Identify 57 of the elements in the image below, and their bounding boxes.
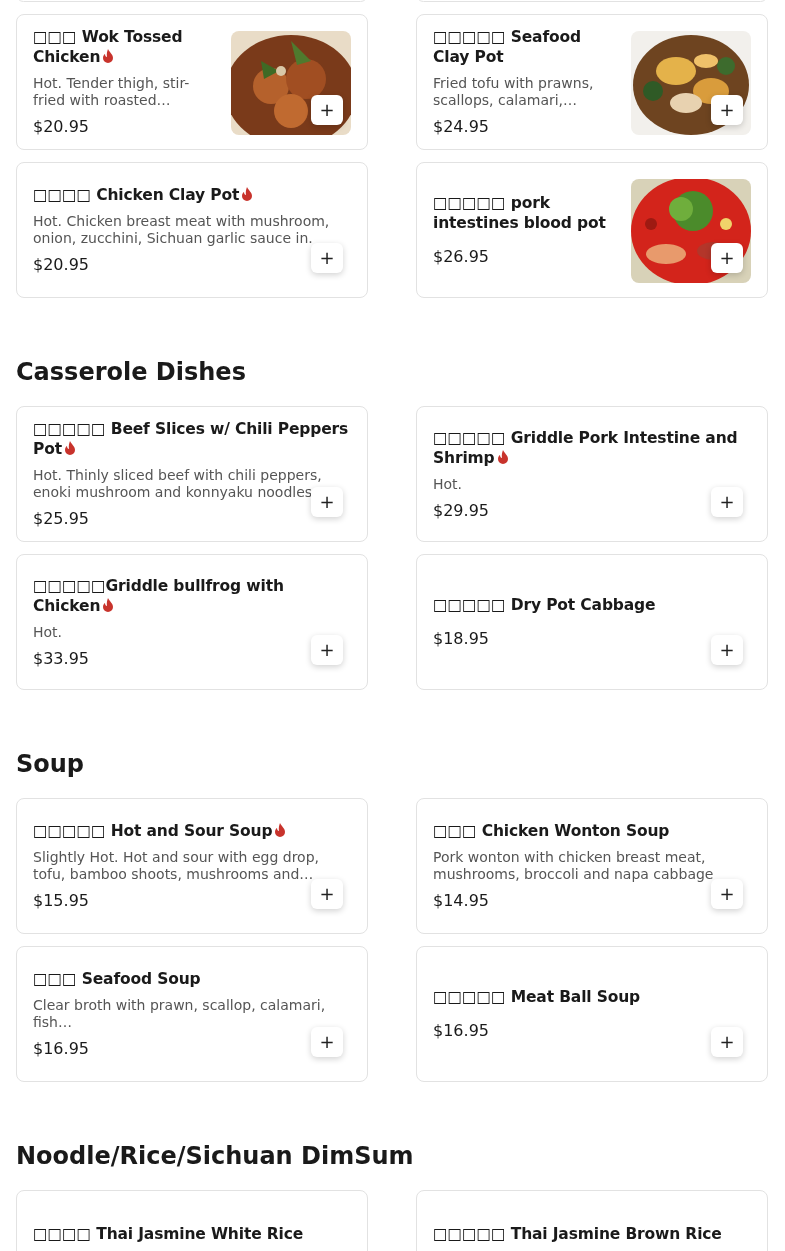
dish-description: Hot. <box>433 475 464 493</box>
dish-description: Hot. <box>33 623 64 641</box>
dish-title: □□□□□Griddle bullfrog with Chicken <box>33 576 284 615</box>
dish-description: Fried tofu with prawns, scallops, calamari,… <box>433 75 595 109</box>
dish-price: $14.95 <box>433 891 489 911</box>
dish-title: □□□ Wok Tossed Chicken <box>33 28 183 66</box>
menu-card[interactable]: □□□ Seafood Soup Clear broth with prawn, scallop, calamari, fish… $16.95 + <box>16 946 368 1082</box>
add-button[interactable]: + <box>311 879 343 909</box>
dish-title: □□□□□ Griddle Pork Intestine and Shrimp <box>433 428 738 467</box>
dish-title: □□□ Chicken Wonton Soup <box>433 822 670 840</box>
dish-price: $25.95 <box>33 509 89 529</box>
add-button[interactable]: + <box>711 635 743 665</box>
add-button[interactable]: + <box>711 879 743 909</box>
dish-price: $15.95 <box>33 891 89 911</box>
menu-card[interactable]: □□□□ Chicken Clay Pot Hot. Chicken breast meat with mushroom, onion, zucchini, Sichuan garlic sauce in. $20.95 + <box>16 162 368 298</box>
dish-price: $29.95 <box>433 500 489 521</box>
section-heading: Noodle/Rice/Sichuan DimSum <box>16 1142 415 1170</box>
dish-title: □□□□□ Dry Pot Cabbage <box>433 596 656 614</box>
dish-title: □□□□□ pork intestines blood pot <box>433 194 606 232</box>
menu-card[interactable]: □□□ Chicken Wonton Soup Pork wonton with chicken breast meat, mushrooms, broccoli and napa cabbage $14.95 + <box>416 798 768 934</box>
menu-card[interactable]: □□□□□ Griddle Pork Intestine and Shrimp Hot. $29.95 + <box>416 406 768 542</box>
dish-price: $16.95 <box>33 1039 89 1059</box>
dish-price: $18.95 <box>433 629 489 649</box>
dish-title: □□□ Seafood Soup <box>33 970 201 988</box>
add-button[interactable]: + <box>311 1027 343 1057</box>
dish-title: □□□□□ Hot and Sour Soup <box>33 822 273 840</box>
section-heading: Casserole Dishes <box>16 358 247 386</box>
menu-card[interactable]: □□□□□ Seafood Clay Pot Fried tofu with prawns, scallops, calamari,… $24.95 + <box>416 14 768 150</box>
dish-price: $20.95 <box>33 255 89 275</box>
dish-title: □□□□□ Beef Slices w/ Chili Peppers Pot <box>33 420 349 458</box>
dish-title: □□□□□ Seafood Clay Pot <box>433 28 581 66</box>
menu-card[interactable]: □□□ Wok Tossed Chicken Hot. Tender thigh, stir-fried with roasted… $20.95 + <box>16 14 368 150</box>
menu-card[interactable]: □□□□□Griddle bullfrog with Chicken Hot. $33.95 + <box>16 554 368 690</box>
add-button[interactable]: + <box>711 243 743 273</box>
dish-price: $16.95 <box>433 1021 489 1041</box>
menu-card[interactable]: □□□□□ Dry Pot Cabbage $18.95 + <box>416 554 768 690</box>
dish-price: $26.95 <box>433 247 489 267</box>
menu-card[interactable]: □□□□□ Hot and Sour Soup Slightly Hot. Hot and sour with egg drop, tofu, bamboo shoots, mushrooms and… $15.95 + <box>16 798 368 934</box>
dish-price: $24.95 <box>433 117 489 137</box>
dish-price: $33.95 <box>33 648 89 669</box>
dish-title: □□□□□ Thai Jasmine Brown Rice <box>433 1225 722 1244</box>
menu-card[interactable]: □□□□□ Beef Slices w/ Chili Peppers Pot Hot. Thinly sliced beef with chili peppers, enoki mushroom and konnyaku noodles $25.95 + <box>16 406 368 542</box>
dish-price: $20.95 <box>33 117 89 137</box>
add-button[interactable]: + <box>311 243 343 273</box>
add-button[interactable]: + <box>711 487 743 517</box>
add-button[interactable]: + <box>711 95 743 125</box>
add-button[interactable]: + <box>311 635 343 665</box>
add-button[interactable]: + <box>311 95 343 125</box>
dish-description: Hot. Tender thigh, stir-fried with roasted… <box>33 75 191 109</box>
dish-title: □□□□ Thai Jasmine White Rice <box>33 1225 304 1244</box>
section-heading: Soup <box>16 750 86 778</box>
dish-title: □□□□□ Meat Ball Soup <box>433 988 641 1006</box>
menu-card[interactable]: □□□□□ pork intestines blood pot $26.95 + <box>416 162 768 298</box>
dish-title: □□□□ Chicken Clay Pot <box>33 186 240 204</box>
add-button[interactable]: + <box>311 487 343 517</box>
menu-card[interactable]: □□□□□ Meat Ball Soup $16.95 + <box>416 946 768 1082</box>
add-button[interactable]: + <box>711 1027 743 1057</box>
